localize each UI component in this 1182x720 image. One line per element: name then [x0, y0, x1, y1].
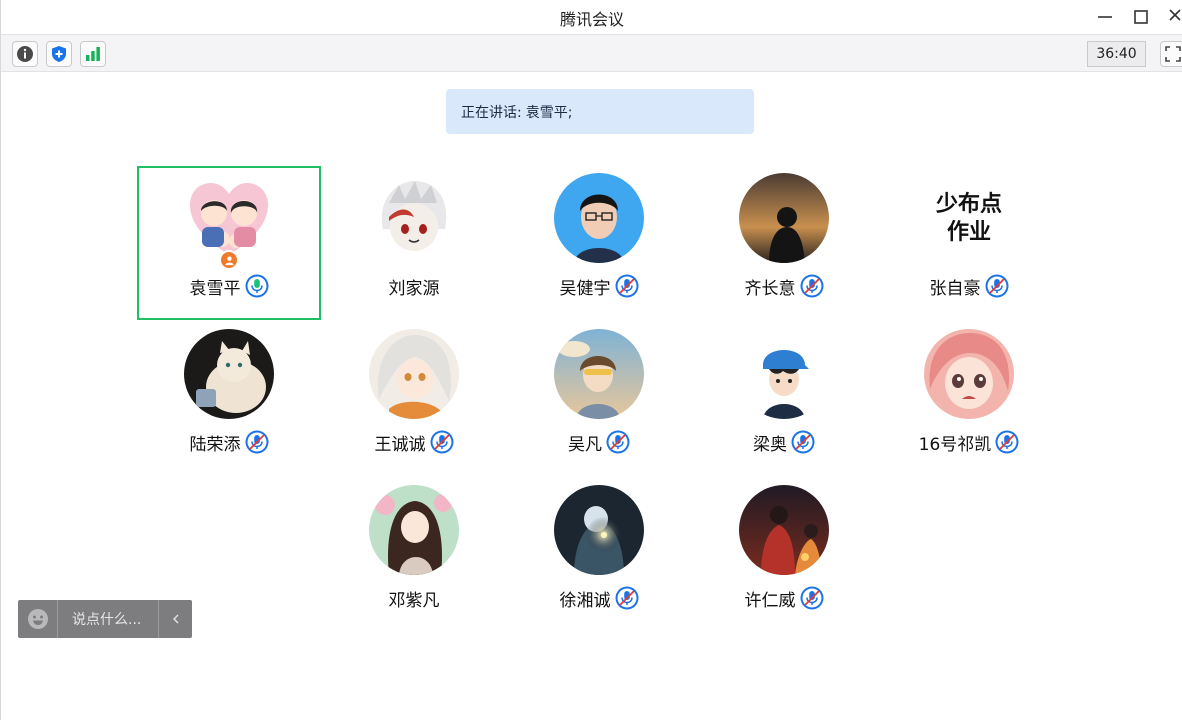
avatar — [369, 485, 459, 575]
mic-muted-icon — [800, 274, 824, 298]
participant-tile[interactable]: 少布点 作业 张自豪 — [877, 166, 1061, 320]
host-badge — [219, 250, 239, 270]
avatar — [369, 329, 459, 419]
mic-muted-icon — [800, 586, 824, 610]
maximize-button[interactable] — [1129, 5, 1153, 29]
info-icon — [17, 46, 33, 62]
meeting-timer: 36:40 — [1087, 41, 1146, 67]
participant-name: 陆荣添 — [189, 434, 241, 455]
window-title: 腾讯会议 — [559, 10, 624, 29]
avatar — [739, 329, 829, 419]
participant-name: 齐长意 — [744, 278, 796, 299]
active-speaker-banner: 正在讲话: 袁雪平; — [446, 89, 754, 134]
mic-muted-icon — [791, 430, 815, 454]
avatar — [554, 329, 644, 419]
participant-name: 邓紫凡 — [388, 590, 440, 611]
participant-name: 张自豪 — [929, 278, 981, 299]
participant-tile[interactable]: 陆荣添 — [137, 322, 321, 476]
mic-muted-icon — [430, 430, 454, 454]
mic-muted-icon — [995, 430, 1019, 454]
participant-name: 王诚诚 — [374, 434, 426, 455]
avatar — [739, 485, 829, 575]
participant-tile[interactable]: 刘家源 — [322, 166, 506, 320]
meeting-info-button[interactable] — [12, 41, 38, 67]
participant-tile[interactable]: 王诚诚 — [322, 322, 506, 476]
fullscreen-icon — [1165, 46, 1181, 62]
host-user-icon — [224, 255, 234, 265]
network-status-button[interactable] — [80, 41, 106, 67]
minimize-button[interactable] — [1093, 5, 1117, 29]
avatar-text-line: 少布点 — [935, 191, 1002, 217]
mic-muted-icon — [245, 430, 269, 454]
shield-icon — [52, 46, 66, 62]
participant-name: 徐湘诚 — [559, 590, 611, 611]
mic-active-icon — [245, 274, 269, 298]
participant-name: 许仁威 — [744, 590, 796, 611]
participant-tile[interactable]: 邓紫凡 — [322, 478, 506, 632]
participant-tile[interactable]: 许仁威 — [692, 478, 876, 632]
participant-name: 袁雪平 — [189, 278, 241, 299]
fullscreen-button[interactable] — [1160, 41, 1182, 67]
security-button[interactable] — [46, 41, 72, 67]
participant-name: 梁奥 — [753, 434, 787, 455]
avatar — [554, 173, 644, 263]
avatar — [184, 329, 274, 419]
participant-name: 吴健宇 — [559, 278, 611, 299]
emoji-icon — [27, 609, 48, 629]
participant-tile[interactable]: 吴凡 — [507, 322, 691, 476]
chat-input-bar[interactable]: 说点什么... — [18, 600, 192, 638]
meeting-toolbar: 36:40 — [1, 34, 1182, 72]
avatar: 少布点 作业 — [924, 173, 1014, 263]
chat-input-placeholder[interactable]: 说点什么... — [58, 609, 158, 629]
speaking-name: 袁雪平; — [525, 104, 573, 121]
participant-tile[interactable]: 吴健宇 — [507, 166, 691, 320]
emoji-button[interactable] — [18, 600, 58, 638]
avatar — [554, 485, 644, 575]
mic-muted-icon — [606, 430, 630, 454]
minimize-icon — [1098, 16, 1112, 18]
speaking-label: 正在讲话: — [461, 104, 522, 121]
signal-bars-icon — [86, 47, 100, 61]
close-button[interactable] — [1165, 5, 1182, 29]
maximize-icon — [1134, 10, 1148, 24]
participant-name: 吴凡 — [568, 434, 602, 455]
participant-tile[interactable]: 16号祁凯 — [877, 322, 1061, 476]
chevron-left-icon — [172, 614, 178, 624]
participant-tile[interactable]: 齐长意 — [692, 166, 876, 320]
avatar — [924, 329, 1014, 419]
title-bar: 腾讯会议 — [1, 0, 1182, 34]
participant-tile[interactable]: 袁雪平 — [137, 166, 321, 320]
avatar — [369, 173, 459, 263]
mic-muted-icon — [615, 274, 639, 298]
collapse-chat-button[interactable] — [158, 600, 192, 638]
mic-muted-icon — [985, 274, 1009, 298]
close-icon — [1169, 9, 1181, 21]
participant-name: 刘家源 — [388, 278, 440, 299]
meeting-window: 腾讯会议 36:40 正在讲话: 袁雪平; 袁雪平 刘家源 吴健宇 齐长意 少布… — [0, 0, 1182, 720]
participant-tile[interactable]: 梁奥 — [692, 322, 876, 476]
participant-name: 16号祁凯 — [918, 434, 992, 455]
avatar — [739, 173, 829, 263]
avatar-text-line: 作业 — [947, 220, 991, 245]
mic-muted-icon — [615, 586, 639, 610]
participant-tile[interactable]: 徐湘诚 — [507, 478, 691, 632]
